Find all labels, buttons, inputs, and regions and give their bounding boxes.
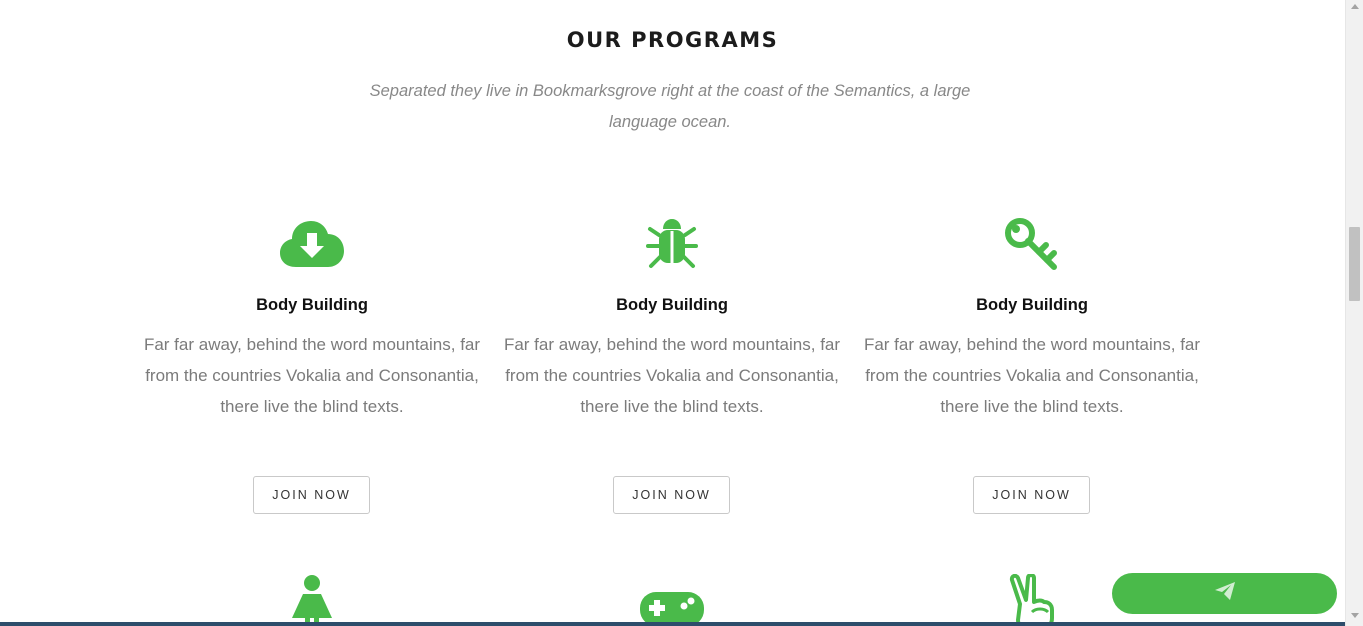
taskbar-edge	[0, 622, 1345, 626]
section-subtitle: Separated they live in Bookmarksgrove ri…	[369, 82, 971, 131]
program-description: Far far away, behind the word mountains,…	[143, 335, 481, 416]
program-title: Body Building	[616, 296, 728, 314]
program-title: Body Building	[976, 296, 1088, 314]
join-now-button[interactable]: JOIN NOW	[253, 476, 370, 514]
paper-plane-icon	[1214, 582, 1235, 605]
section-title: OUR PROGRAMS	[566, 28, 779, 52]
gamepad-icon	[632, 592, 712, 626]
bug-icon	[502, 212, 842, 276]
programs-page: OUR PROGRAMS Separated they live in Book…	[0, 0, 1363, 626]
female-icon	[272, 574, 352, 626]
vertical-scrollbar[interactable]	[1345, 0, 1363, 626]
scroll-up-icon[interactable]	[1351, 4, 1359, 9]
key-icon	[862, 212, 1202, 276]
program-description: Far far away, behind the word mountains,…	[503, 335, 841, 416]
peace-hand-icon	[992, 574, 1072, 626]
join-now-button[interactable]: JOIN NOW	[613, 476, 730, 514]
program-title: Body Building	[256, 296, 368, 314]
scroll-down-icon[interactable]	[1351, 613, 1359, 618]
program-description: Far far away, behind the word mountains,…	[863, 335, 1201, 416]
send-message-button[interactable]	[1112, 573, 1337, 614]
scrollbar-thumb[interactable]	[1349, 227, 1360, 301]
join-now-button[interactable]: JOIN NOW	[973, 476, 1090, 514]
cloud-download-icon	[142, 212, 482, 276]
